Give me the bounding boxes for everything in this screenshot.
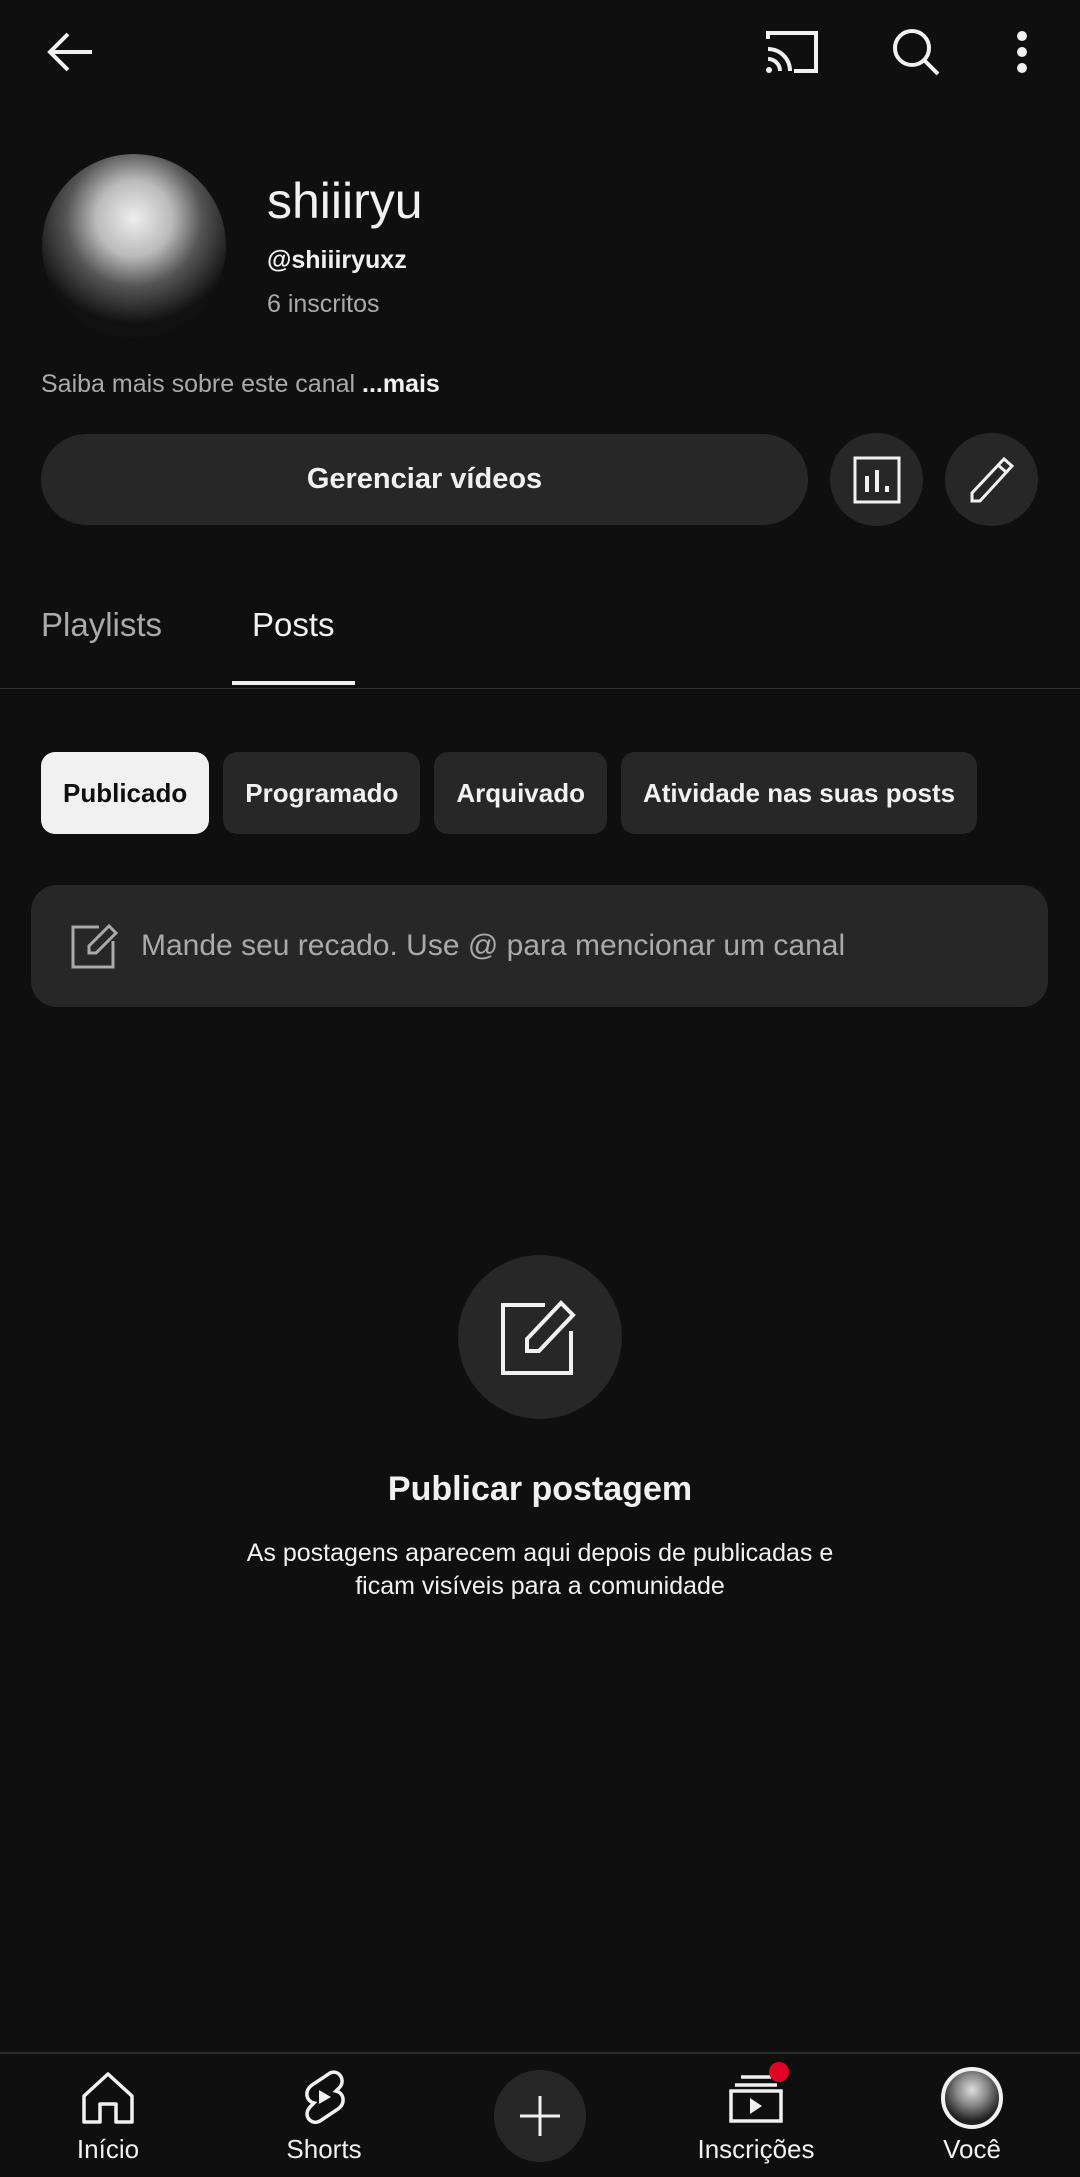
channel-avatar[interactable] (42, 154, 226, 338)
empty-state-title: Publicar postagem (387, 1470, 693, 1508)
chip-activity[interactable]: Atividade nas suas posts (620, 752, 978, 834)
plus-icon (520, 2096, 560, 2136)
tab-playlists[interactable]: Playlists (41, 606, 162, 644)
more-vertical-icon (1017, 31, 1027, 73)
back-button[interactable] (40, 22, 100, 82)
nav-label: Shorts (286, 2134, 362, 2164)
post-input[interactable]: Mande seu recado. Use @ para mencionar u… (31, 885, 1048, 1007)
channel-handle: @shiiiryuxz (267, 246, 407, 274)
nav-shorts[interactable]: Shorts (224, 2054, 424, 2177)
search-icon (893, 29, 940, 76)
channel-about[interactable]: Saiba mais sobre este canal ...mais (41, 370, 440, 399)
search-button[interactable] (886, 22, 946, 82)
nav-home[interactable]: Início (8, 2054, 208, 2177)
bottom-navigation: Início Shorts Inscrições Você (0, 2052, 1080, 2177)
channel-name: shiiiryu (267, 173, 423, 229)
avatar (941, 2067, 1003, 2129)
nav-subscriptions[interactable]: Inscrições (656, 2054, 856, 2177)
nav-label: Você (943, 2134, 1001, 2164)
notification-badge (769, 2062, 789, 2082)
pencil-icon (970, 456, 1014, 502)
more-options-button[interactable] (992, 22, 1052, 82)
chip-scheduled[interactable]: Programado (223, 752, 421, 834)
nav-label: Início (76, 2134, 140, 2164)
cast-button[interactable] (762, 22, 822, 82)
shorts-icon (305, 2070, 345, 2124)
chip-published[interactable]: Publicado (41, 752, 210, 834)
home-icon (82, 2072, 134, 2124)
cast-icon (766, 31, 818, 73)
empty-state-description: As postagens aparecem aqui depois de pub… (0, 1537, 1080, 1603)
create-button[interactable] (494, 2070, 586, 2162)
description-line: ficam visíveis para a comunidade (355, 1572, 725, 1600)
filter-chips: Publicado Programado Arquivado Atividade… (41, 752, 1065, 834)
tab-posts[interactable]: Posts (252, 606, 335, 644)
subscriber-count: 6 inscritos (267, 290, 380, 318)
create-post-button[interactable] (458, 1255, 622, 1419)
about-text: Saiba mais sobre este canal (41, 370, 356, 398)
description-line: As postagens aparecem aqui depois de pub… (246, 1539, 834, 1567)
chip-archived[interactable]: Arquivado (434, 752, 607, 834)
edit-channel-button[interactable] (945, 433, 1038, 526)
tabs-divider (0, 688, 1080, 689)
more-link[interactable]: ...mais (362, 370, 440, 398)
compose-icon (71, 923, 119, 969)
nav-label: Inscrições (697, 2134, 815, 2164)
active-tab-indicator (232, 681, 355, 685)
compose-icon (501, 1300, 576, 1375)
arrow-left-icon (47, 32, 92, 72)
post-input-placeholder: Mande seu recado. Use @ para mencionar u… (141, 929, 846, 962)
nav-you[interactable]: Você (872, 2054, 1072, 2177)
manage-videos-button[interactable]: Gerenciar vídeos (41, 434, 808, 525)
analytics-icon (853, 456, 900, 503)
analytics-button[interactable] (830, 433, 923, 526)
